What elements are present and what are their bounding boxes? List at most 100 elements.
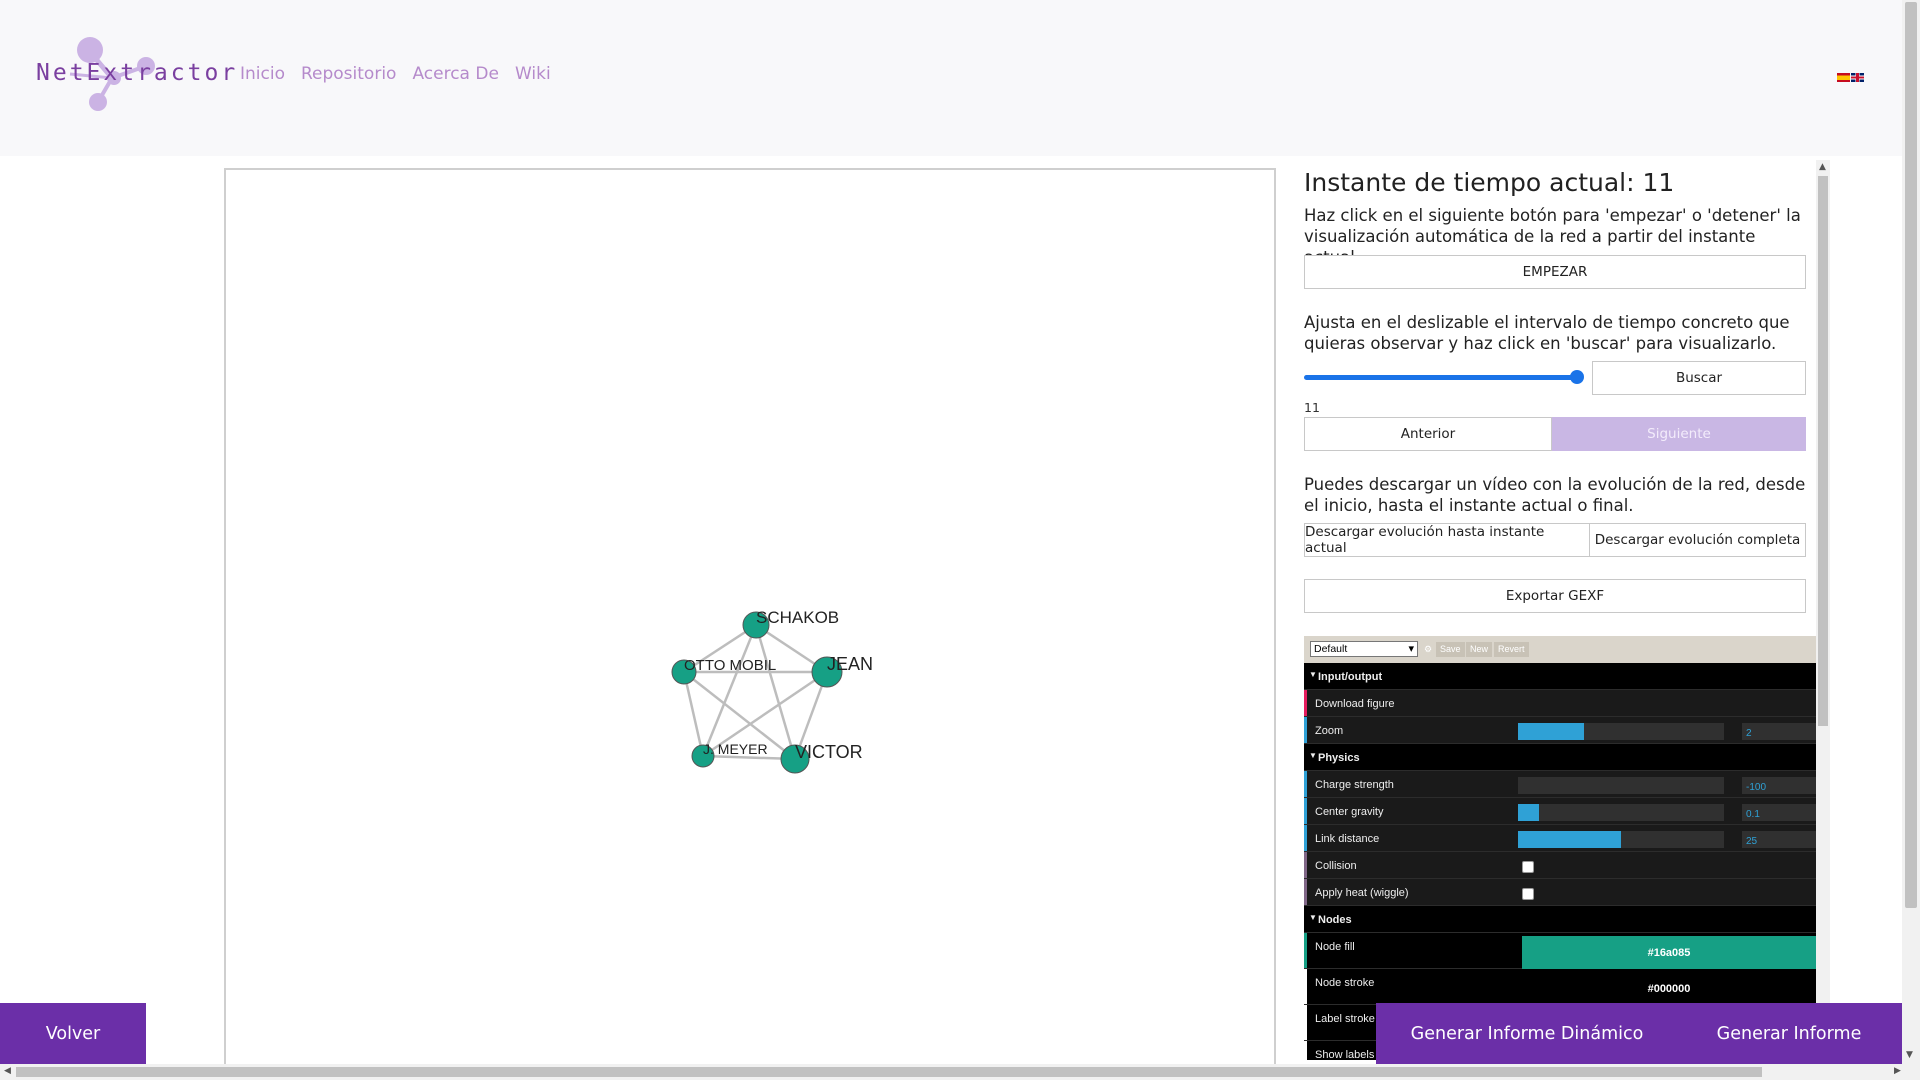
row-label: Node fill — [1315, 941, 1355, 953]
folder-input-output[interactable]: ▼ Input/output — [1304, 663, 1816, 690]
row-accent — [1304, 690, 1307, 716]
row-accent — [1304, 771, 1307, 797]
row-accent — [1304, 933, 1307, 968]
folder-nodes[interactable]: ▼ Nodes — [1304, 906, 1816, 933]
row-label: Label stroke — [1315, 1013, 1375, 1025]
graph-settings-gui: Default ⚙ Save New Revert ▼ Input/output… — [1304, 636, 1816, 1060]
row-label: Center gravity — [1315, 806, 1384, 818]
row-label: Zoom — [1315, 725, 1344, 737]
main-nav: Inicio Repositorio Acerca De Wiki — [240, 64, 551, 84]
folder-label: Input/output — [1318, 671, 1383, 683]
row-accent — [1304, 798, 1307, 824]
slider-fill — [1518, 831, 1621, 848]
row-accent — [1304, 717, 1307, 743]
slider-track — [1304, 375, 1580, 380]
charge-slider[interactable] — [1518, 777, 1724, 794]
next-button[interactable]: Siguiente — [1552, 417, 1806, 451]
revert-button[interactable]: Revert — [1494, 642, 1529, 657]
row-accent — [1304, 1041, 1307, 1060]
node-stroke-color[interactable]: #000000 — [1522, 972, 1816, 1005]
preset-select[interactable]: Default — [1310, 641, 1418, 657]
save-button[interactable]: Save — [1436, 642, 1465, 657]
row-label: Apply heat (wiggle) — [1315, 887, 1409, 899]
edge — [754, 624, 797, 760]
row-accent — [1304, 969, 1307, 1004]
back-button[interactable]: Volver — [0, 1003, 146, 1064]
center-gravity-row: Center gravity 0.1 — [1304, 798, 1816, 825]
nav-wiki[interactable]: Wiki — [515, 64, 551, 84]
gravity-input[interactable]: 0.1 — [1742, 804, 1816, 821]
row-accent — [1304, 852, 1307, 878]
link-slider[interactable] — [1518, 831, 1724, 848]
row-label: Charge strength — [1315, 779, 1394, 791]
download-full-button[interactable]: Descargar evolución completa — [1589, 523, 1806, 557]
start-button[interactable]: EMPEZAR — [1304, 255, 1806, 289]
nav-repositorio[interactable]: Repositorio — [301, 64, 396, 84]
gear-icon[interactable]: ⚙ — [1422, 642, 1434, 657]
nav-inicio[interactable]: Inicio — [240, 64, 285, 84]
zoom-input[interactable]: 2 — [1742, 723, 1816, 740]
gui-toolbar: Default ⚙ Save New Revert — [1304, 636, 1816, 663]
row-accent — [1304, 1005, 1307, 1040]
node-label: J. MEYER — [703, 741, 768, 757]
folder-label: Physics — [1318, 752, 1360, 764]
slider-fill — [1518, 804, 1539, 821]
horizontal-scrollbar-thumb[interactable] — [16, 1067, 1762, 1077]
header: NetExtractor Inicio Repositorio Acerca D… — [0, 0, 1902, 156]
charge-input[interactable]: -100 — [1742, 777, 1816, 794]
row-accent — [1304, 879, 1307, 905]
collision-checkbox[interactable] — [1522, 861, 1534, 873]
link-distance-row: Link distance 25 — [1304, 825, 1816, 852]
folder-label: Nodes — [1318, 914, 1352, 926]
slider-value: 11 — [1304, 400, 1320, 415]
dynamic-report-button[interactable]: Generar Informe Dinámico — [1376, 1003, 1678, 1064]
node-stroke-row: Node stroke #000000 — [1304, 969, 1816, 1005]
node-fill-row: Node fill #16a085 — [1304, 933, 1816, 969]
slider-description: Ajusta en el deslizable el intervalo de … — [1304, 313, 1790, 353]
heat-checkbox[interactable] — [1522, 888, 1534, 900]
download-figure-row[interactable]: Download figure — [1304, 690, 1816, 717]
graph-edges — [682, 623, 829, 761]
english-flag-icon[interactable] — [1851, 73, 1864, 82]
language-selector — [1837, 73, 1864, 82]
link-input[interactable]: 25 — [1742, 831, 1816, 848]
apply-heat-row: Apply heat (wiggle) — [1304, 879, 1816, 906]
time-slider[interactable] — [1304, 370, 1584, 384]
export-gexf-button[interactable]: Exportar GEXF — [1304, 579, 1806, 613]
caret-down-icon: ▼ — [1309, 751, 1317, 760]
node-fill-color[interactable]: #16a085 — [1522, 936, 1816, 969]
folder-physics[interactable]: ▼ Physics — [1304, 744, 1816, 771]
edge — [701, 624, 758, 757]
slider-handle[interactable] — [1570, 370, 1584, 384]
download-current-button[interactable]: Descargar evolución hasta instante actua… — [1304, 523, 1590, 557]
zoom-row: Zoom 2 — [1304, 717, 1816, 744]
row-label: Collision — [1315, 860, 1357, 872]
new-button[interactable]: New — [1466, 642, 1493, 657]
video-description: Puedes descargar un vídeo con la evoluci… — [1304, 475, 1806, 515]
nav-acerca-de[interactable]: Acerca De — [412, 64, 498, 84]
current-instant-title: Instante de tiempo actual: 11 — [1304, 168, 1675, 197]
caret-down-icon: ▼ — [1309, 913, 1317, 922]
spanish-flag-icon[interactable] — [1837, 73, 1850, 82]
control-panel: Instante de tiempo actual: 11 Haz click … — [1304, 160, 1816, 1060]
graph-canvas[interactable]: SCHAKOB OTTO MOBIL JEAN J. MEYER VICTOR — [224, 168, 1276, 1080]
network-graph[interactable]: SCHAKOB OTTO MOBIL JEAN J. MEYER VICTOR — [226, 170, 1274, 1080]
collision-row: Collision — [1304, 852, 1816, 879]
caret-down-icon: ▼ — [1309, 670, 1317, 679]
report-button[interactable]: Generar Informe — [1676, 1003, 1902, 1064]
row-accent — [1304, 825, 1307, 851]
scroll-down-icon[interactable]: ▼ — [1906, 1050, 1913, 1060]
previous-button[interactable]: Anterior — [1304, 417, 1552, 451]
scroll-up-icon[interactable]: ▲ — [1819, 162, 1826, 172]
page-scrollbar-thumb[interactable] — [1905, 2, 1917, 908]
row-label: Link distance — [1315, 833, 1380, 845]
gravity-slider[interactable] — [1518, 804, 1724, 821]
panel-scrollbar-thumb[interactable] — [1818, 176, 1828, 726]
zoom-slider[interactable] — [1518, 723, 1724, 740]
search-button[interactable]: Buscar — [1592, 361, 1806, 395]
scroll-left-icon[interactable]: ◀ — [4, 1066, 11, 1076]
logo-text[interactable]: NetExtractor — [36, 60, 238, 86]
node-label: JEAN — [827, 654, 873, 674]
node-label: SCHAKOB — [756, 608, 839, 627]
scroll-right-icon[interactable]: ▶ — [1894, 1066, 1901, 1076]
